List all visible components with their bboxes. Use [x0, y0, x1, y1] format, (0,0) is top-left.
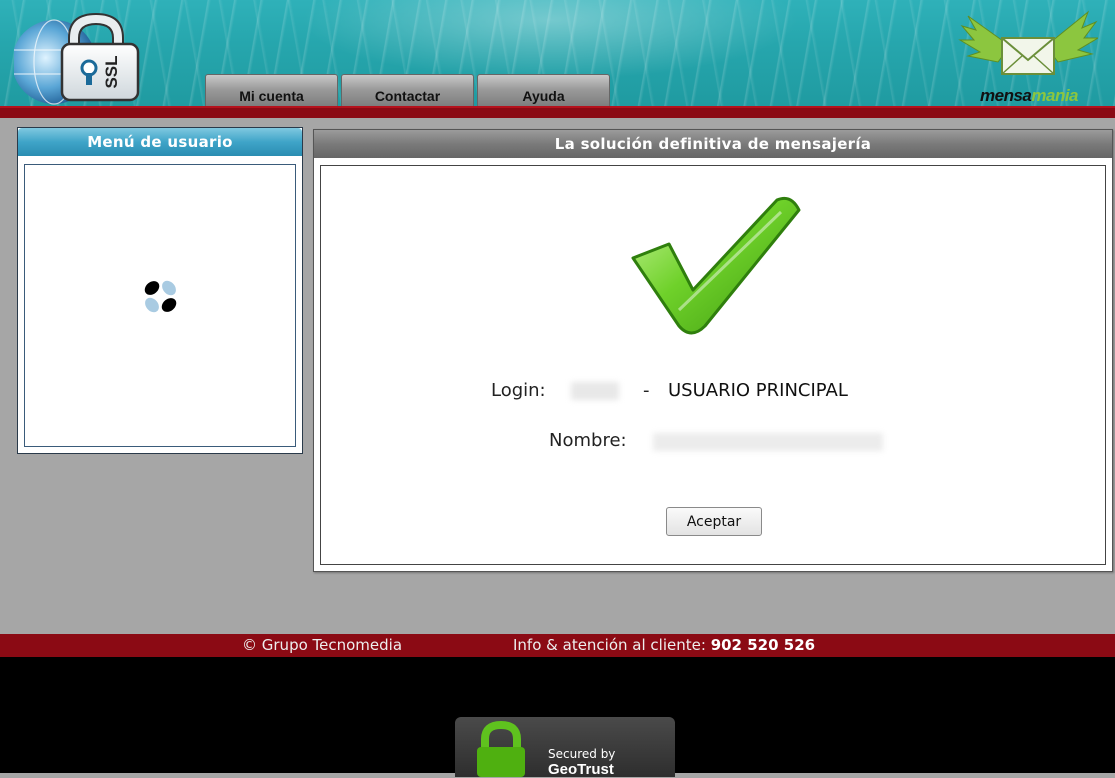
- login-label: Login:: [491, 380, 546, 401]
- name-label: Nombre:: [549, 430, 627, 451]
- loading-spinner-icon: [144, 280, 177, 313]
- footer-copyright: © Grupo Tecnomedia: [242, 636, 403, 654]
- main-panel: La solución definitiva de mensajería Log…: [313, 129, 1113, 572]
- padlock-icon: [477, 721, 525, 777]
- main-content: Login: - USUARIO PRINCIPAL Nombre: Acept…: [320, 165, 1106, 565]
- login-value-redacted: [571, 382, 619, 400]
- footer-area: Secured by GeoTrust: [0, 657, 1115, 778]
- ssl-lock-logo: SSL: [14, 12, 140, 105]
- footer-info-label: Info & atención al cliente:: [513, 636, 706, 654]
- tab-mi-cuenta-label: Mi cuenta: [239, 88, 304, 104]
- brand-wordmark-part2: mania: [1031, 86, 1079, 105]
- footer-phone: 902 520 526: [710, 636, 816, 654]
- header-banner: SSL Mi cuenta Contactar Ayuda mensamania: [0, 0, 1115, 110]
- brand-wordmark-part1: mensa: [980, 86, 1032, 105]
- brand-wordmark: mensamania: [980, 86, 1079, 106]
- footer-bar: © Grupo Tecnomedia Info & atención al cl…: [0, 634, 1115, 657]
- user-menu-panel: Menú de usuario: [17, 127, 303, 454]
- tab-contactar-label: Contactar: [374, 88, 441, 104]
- geotrust-secured-by: Secured by: [548, 747, 616, 761]
- login-role: USUARIO PRINCIPAL: [668, 380, 848, 401]
- tab-ayuda[interactable]: Ayuda: [477, 74, 610, 107]
- checkmark-icon: [631, 196, 801, 335]
- login-separator: -: [643, 380, 650, 401]
- user-menu-title: Menú de usuario: [18, 128, 302, 156]
- accept-button[interactable]: Aceptar: [666, 507, 762, 536]
- tab-mi-cuenta[interactable]: Mi cuenta: [205, 74, 338, 107]
- tab-contactar[interactable]: Contactar: [341, 74, 474, 107]
- ssl-text: SSL: [102, 55, 121, 88]
- tab-ayuda-label: Ayuda: [522, 88, 565, 104]
- header-glow: [300, 0, 800, 80]
- geotrust-seal[interactable]: Secured by GeoTrust: [455, 717, 675, 778]
- geotrust-brand: GeoTrust: [548, 761, 614, 778]
- user-menu-content: [24, 164, 296, 447]
- footer-info: Info & atención al cliente: 902 520 526: [513, 634, 815, 657]
- header-divider: [0, 106, 1115, 118]
- main-title: La solución definitiva de mensajería: [314, 130, 1112, 158]
- name-value-redacted: [653, 433, 883, 451]
